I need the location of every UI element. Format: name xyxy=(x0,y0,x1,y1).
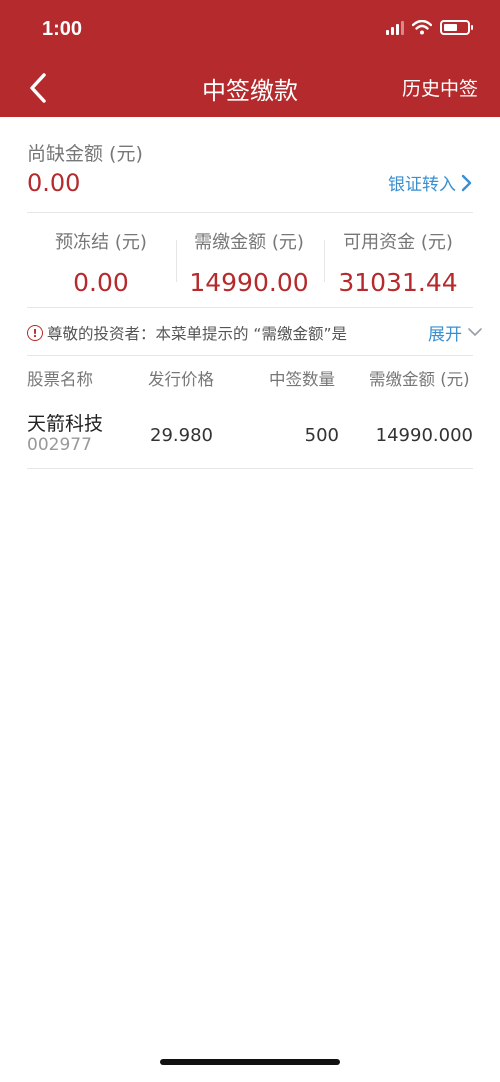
bank-transfer-label: 银证转入 xyxy=(388,175,456,195)
stat-value: 0.00 xyxy=(73,268,129,297)
stock-code: 002977 xyxy=(27,435,92,455)
chevron-down-icon xyxy=(468,328,482,336)
header-bar: 1:00 中签缴款 历史中签 xyxy=(0,0,500,117)
stat-prefrozen: 预冻结 (元) 0.00 xyxy=(26,228,176,297)
stat-available: 可用资金 (元) 31031.44 xyxy=(323,228,473,297)
stat-label: 预冻结 (元) xyxy=(55,232,147,253)
status-icons xyxy=(386,20,473,35)
allotted-quantity: 500 xyxy=(304,425,339,446)
stat-value: 14990.00 xyxy=(189,268,309,297)
expand-button[interactable]: 展开 xyxy=(428,320,482,345)
bank-transfer-link[interactable]: 银证转入 xyxy=(388,170,472,195)
notice-text: 尊敬的投资者：本菜单提示的 “需缴金额”是 xyxy=(47,325,347,343)
wifi-icon xyxy=(412,20,432,35)
expand-label: 展开 xyxy=(428,325,462,345)
shortfall-value: 0.00 xyxy=(27,169,81,197)
battery-icon xyxy=(440,20,473,35)
info-icon: ! xyxy=(27,325,43,341)
status-time: 1:00 xyxy=(42,18,83,40)
divider xyxy=(27,468,473,469)
stat-payable: 需缴金额 (元) 14990.00 xyxy=(174,228,324,297)
column-header-price: 发行价格 xyxy=(148,370,214,389)
column-header-amount: 需缴金额 (元) xyxy=(369,370,470,389)
shortfall-label: 尚缺金额 (元) xyxy=(27,143,143,165)
divider xyxy=(27,212,473,213)
investor-notice: ! 尊敬的投资者：本菜单提示的 “需缴金额”是 xyxy=(27,322,347,344)
column-header-name: 股票名称 xyxy=(27,370,93,389)
stat-label: 需缴金额 (元) xyxy=(194,232,304,253)
issue-price: 29.980 xyxy=(150,425,213,446)
chevron-right-icon xyxy=(461,174,472,191)
signal-icon xyxy=(386,21,404,35)
home-indicator[interactable] xyxy=(160,1059,340,1065)
payable-amount: 14990.000 xyxy=(375,425,473,446)
stat-label: 可用资金 (元) xyxy=(343,232,453,253)
divider xyxy=(27,355,473,356)
stat-value: 31031.44 xyxy=(338,268,458,297)
divider xyxy=(27,307,473,308)
column-header-quantity: 中签数量 xyxy=(269,370,335,389)
stock-name: 天箭科技 xyxy=(27,413,104,435)
history-button[interactable]: 历史中签 xyxy=(402,74,478,101)
